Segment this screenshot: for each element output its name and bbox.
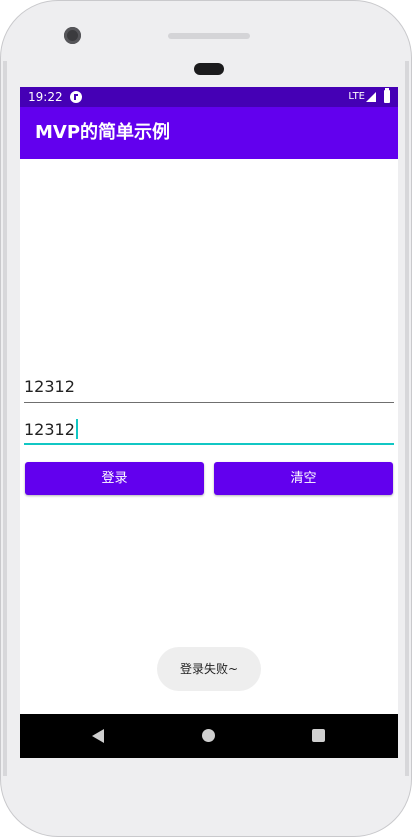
signal-icon — [366, 92, 376, 102]
home-icon[interactable] — [202, 729, 215, 742]
status-bar: 19:22 LTE — [20, 87, 398, 107]
earpiece — [194, 63, 224, 75]
phone-side-edge-left — [3, 61, 7, 776]
password-value: 12312 — [24, 420, 75, 439]
login-button[interactable]: 登录 — [25, 462, 204, 495]
navigation-bar — [20, 714, 398, 758]
battery-icon — [384, 88, 390, 103]
username-value: 12312 — [24, 377, 75, 396]
app-bar: MVP的简单示例 — [20, 107, 398, 159]
app-title: MVP的简单示例 — [35, 122, 171, 143]
screen: 19:22 LTE MVP的简单示例 12312 12312 登录 清空 登录失… — [20, 87, 398, 758]
front-camera-icon — [64, 27, 81, 44]
phone-frame: 19:22 LTE MVP的简单示例 12312 12312 登录 清空 登录失… — [0, 0, 412, 837]
clear-button[interactable]: 清空 — [214, 462, 393, 495]
speaker-grille — [168, 33, 250, 39]
notification-app-icon — [70, 91, 82, 103]
status-time: 19:22 — [28, 90, 63, 104]
toast-message: 登录失败~ — [157, 647, 261, 691]
password-value-wrapper: 12312 — [24, 419, 78, 439]
recents-icon[interactable] — [312, 729, 325, 742]
network-type-label: LTE — [348, 91, 365, 102]
phone-side-edge-right — [405, 61, 409, 776]
back-icon[interactable] — [92, 729, 104, 743]
username-field[interactable]: 12312 — [24, 373, 394, 403]
password-field[interactable]: 12312 — [24, 415, 394, 445]
text-cursor — [75, 419, 78, 439]
